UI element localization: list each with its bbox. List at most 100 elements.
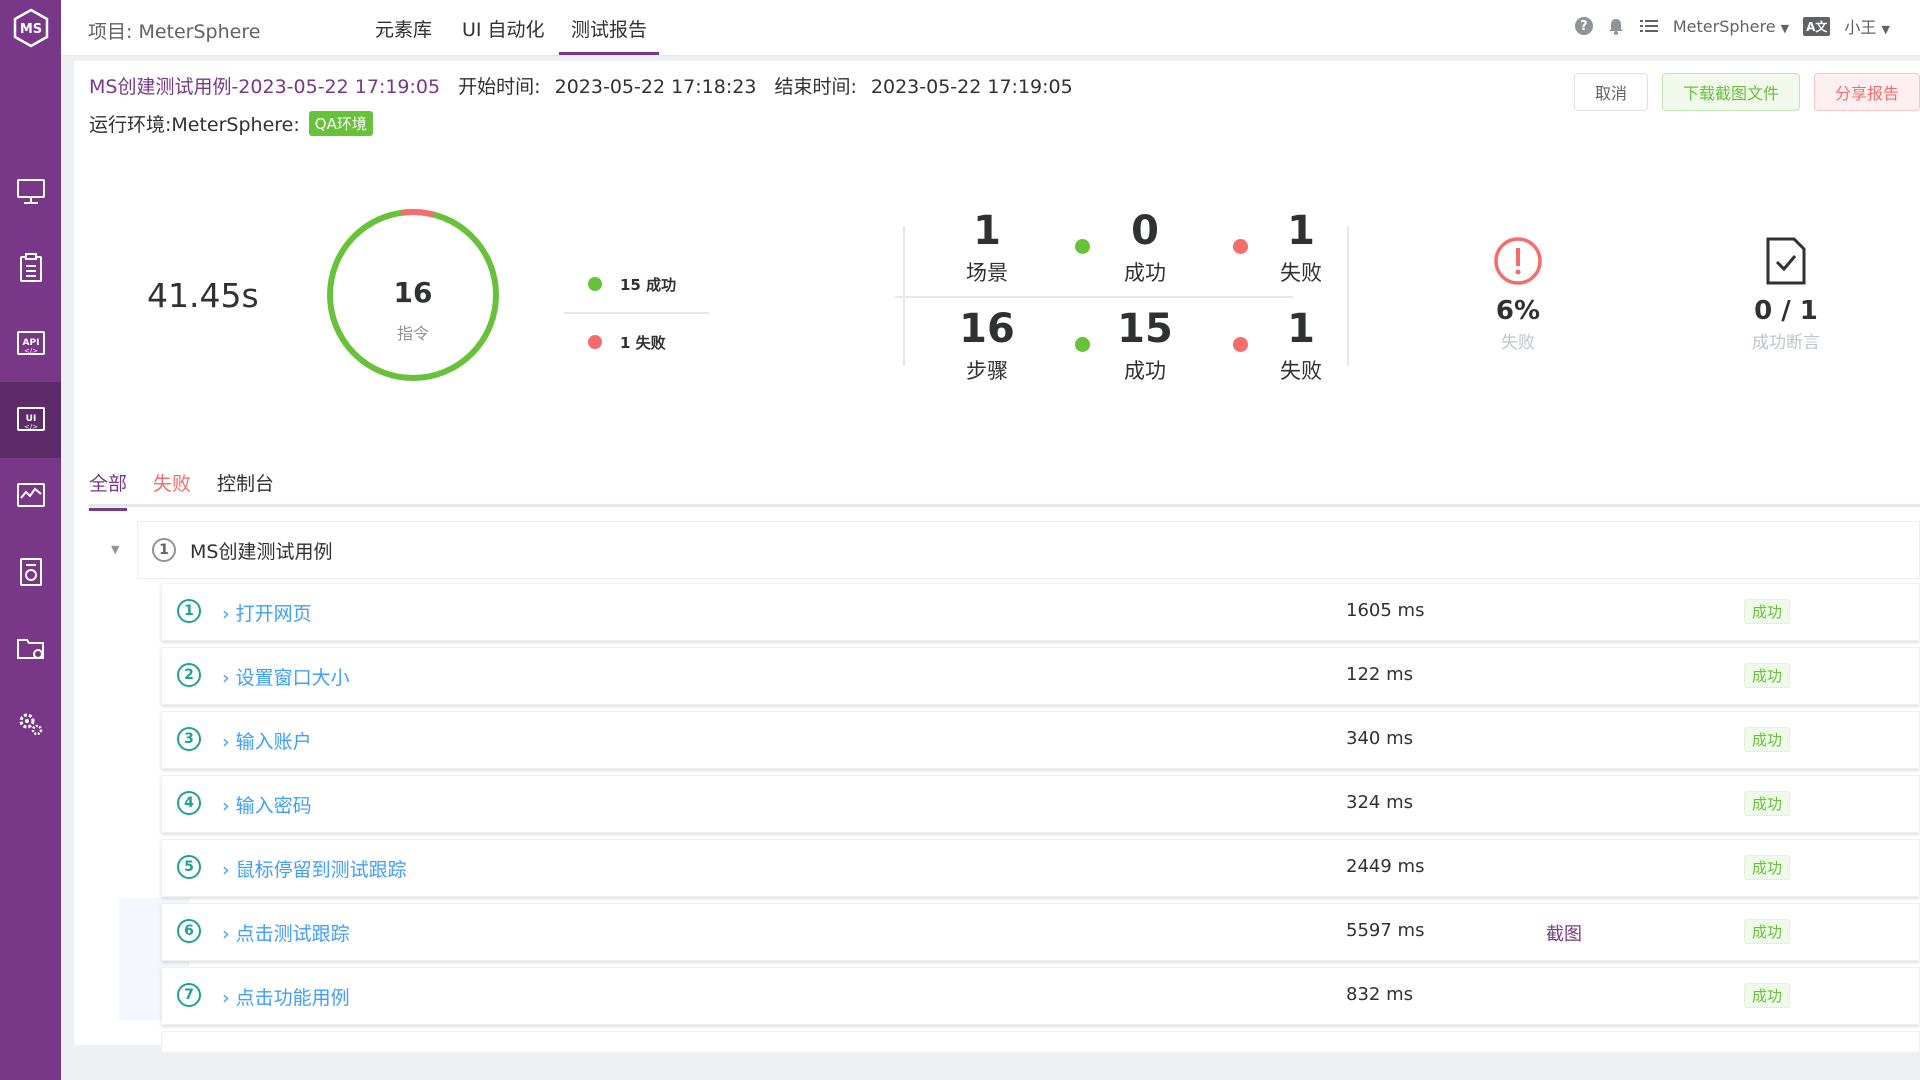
sidebar: MS API </> UI </> [0, 0, 61, 1080]
end-time: 2023-05-22 17:19:05 [870, 76, 1073, 98]
fail-rate: 6% 失败 [1448, 236, 1588, 353]
chevron-right-icon[interactable]: › [222, 731, 230, 753]
chevron-right-icon[interactable]: › [222, 667, 230, 689]
red-dot-icon [1233, 239, 1248, 254]
report-icon [19, 558, 42, 586]
sidebar-item-ui[interactable]: UI </> [0, 382, 61, 458]
steps-total: 16 步骤 [959, 306, 1015, 383]
svg-text:MS: MS [19, 22, 41, 37]
sidebar-item-settings[interactable] [0, 686, 61, 762]
screenshot-link[interactable]: 截图 [1546, 920, 1582, 946]
scenario-row[interactable]: 1 MS创建测试用例 [137, 521, 1920, 579]
svg-text:</>: </> [23, 347, 37, 355]
step-row[interactable]: 1 › 打开网页 1605 ms 成功 [161, 583, 1920, 641]
gears-icon [19, 713, 42, 736]
tab-all[interactable]: 全部 [89, 469, 128, 511]
step-name: 设置窗口大小 [235, 667, 350, 689]
caret-down-icon: ▼ [1780, 21, 1790, 35]
caret-down-icon[interactable]: ▼ [111, 543, 119, 556]
step-number: 5 [177, 855, 201, 879]
start-time-label: 开始时间: [458, 76, 541, 98]
top-navbar: 项目: MeterSphere ⌄ 元素库 UI 自动化 测试报告 ? Mete… [61, 0, 1920, 56]
step-row[interactable]: 6 › 点击测试跟踪 5597 ms 截图 成功 [161, 903, 1920, 961]
step-number: 1 [177, 599, 201, 623]
step-duration: 1605 ms [1346, 600, 1425, 621]
chevron-right-icon[interactable]: › [222, 987, 230, 1009]
scenario-total: 1 场景 [966, 208, 1008, 285]
start-time: 2023-05-22 17:18:23 [554, 76, 757, 98]
chevron-right-icon[interactable]: › [222, 859, 230, 881]
step-duration: 340 ms [1346, 728, 1413, 749]
report-name: MS创建测试用例-2023-05-22 17:19:05 [89, 76, 441, 98]
language-icon[interactable]: A文 [1803, 16, 1831, 36]
report-header: MS创建测试用例-2023-05-22 17:19:05 开始时间: 2023-… [89, 72, 1073, 99]
step-number: 7 [177, 983, 201, 1007]
task-list-icon[interactable] [1639, 17, 1659, 35]
tab-test-report[interactable]: 测试报告 [558, 15, 660, 55]
divider [895, 296, 1293, 298]
step-number: 2 [177, 663, 201, 687]
sidebar-item-api[interactable]: API </> [0, 306, 61, 382]
tab-console[interactable]: 控制台 [217, 469, 274, 511]
cancel-button[interactable]: 取消 [1573, 73, 1648, 111]
sidebar-item-project[interactable] [0, 610, 61, 686]
tab-failed[interactable]: 失败 [153, 469, 191, 511]
ms-logo-icon[interactable]: MS [8, 5, 54, 51]
sidebar-item-workbench[interactable] [0, 154, 61, 230]
step-duration: 832 ms [1346, 984, 1413, 1005]
chevron-right-icon[interactable]: › [222, 603, 230, 625]
clipboard-icon [19, 253, 42, 282]
step-number: 1 [152, 538, 176, 562]
step-row[interactable]: 4 › 输入密码 324 ms 成功 [161, 775, 1920, 833]
sidebar-item-performance[interactable] [0, 458, 61, 534]
tab-ui-automation[interactable]: UI 自动化 [462, 15, 545, 42]
step-duration: 324 ms [1346, 792, 1413, 813]
env-label: 运行环境:MeterSphere: [89, 114, 300, 136]
report-panel: MS创建测试用例-2023-05-22 17:19:05 开始时间: 2023-… [74, 61, 1920, 1053]
status-badge: 成功 [1744, 727, 1791, 752]
caret-down-icon: ▼ [1881, 23, 1890, 36]
status-badge: 成功 [1744, 663, 1791, 688]
project-selector[interactable]: 项目: MeterSphere ⌄ [88, 17, 388, 44]
api-icon: API</> [16, 331, 45, 355]
workspace-selector[interactable]: MeterSphere ▼ [1673, 17, 1789, 36]
help-icon[interactable]: ? [1574, 17, 1593, 35]
step-name: 输入密码 [235, 795, 312, 817]
ring-label: 指令 [396, 324, 429, 343]
svg-text:</>: </> [23, 423, 37, 431]
share-report-button[interactable]: 分享报告 [1813, 73, 1920, 111]
steps-success: 15 成功 [1117, 306, 1173, 383]
step-row[interactable]: 3 › 输入账户 340 ms 成功 [161, 711, 1920, 769]
step-number: 6 [177, 919, 201, 943]
user-menu[interactable]: 小王 ▼ [1844, 14, 1890, 38]
environment: 运行环境:MeterSphere: QA环境 [89, 110, 373, 137]
step-name: 输入账户 [235, 731, 312, 753]
legend-fail: 1 失败 [564, 314, 709, 370]
green-dot-icon [1075, 239, 1090, 254]
chevron-right-icon[interactable]: › [222, 795, 230, 817]
tab-element-library[interactable]: 元素库 [375, 15, 432, 42]
red-dot-icon [588, 335, 602, 349]
monitor-icon [16, 179, 45, 204]
step-row[interactable]: 7 › 点击功能用例 832 ms 成功 [161, 967, 1920, 1025]
green-dot-icon [1075, 337, 1090, 352]
document-check-icon [1766, 237, 1806, 285]
sidebar-item-report[interactable] [0, 534, 61, 610]
env-tag: QA环境 [308, 111, 373, 136]
bell-icon[interactable] [1607, 17, 1625, 35]
download-screenshots-button[interactable]: 下载截图文件 [1661, 73, 1800, 111]
step-name: 点击功能用例 [235, 987, 350, 1009]
red-dot-icon [1233, 337, 1248, 352]
scenario-fail: 1 失败 [1280, 208, 1322, 285]
warning-circle-icon [1494, 237, 1542, 285]
green-dot-icon [588, 277, 602, 291]
success-assertions: 0 / 1 成功断言 [1716, 236, 1856, 353]
step-row-partial [161, 1031, 1920, 1053]
step-row[interactable]: 2 › 设置窗口大小 122 ms 成功 [161, 647, 1920, 705]
step-duration: 5597 ms [1346, 920, 1425, 941]
step-row[interactable]: 5 › 鼠标停留到测试跟踪 2449 ms 成功 [161, 839, 1920, 897]
legend-success: 15 成功 [564, 256, 709, 312]
step-duration: 122 ms [1346, 664, 1413, 685]
sidebar-item-track[interactable] [0, 230, 61, 306]
chevron-right-icon[interactable]: › [222, 923, 230, 945]
